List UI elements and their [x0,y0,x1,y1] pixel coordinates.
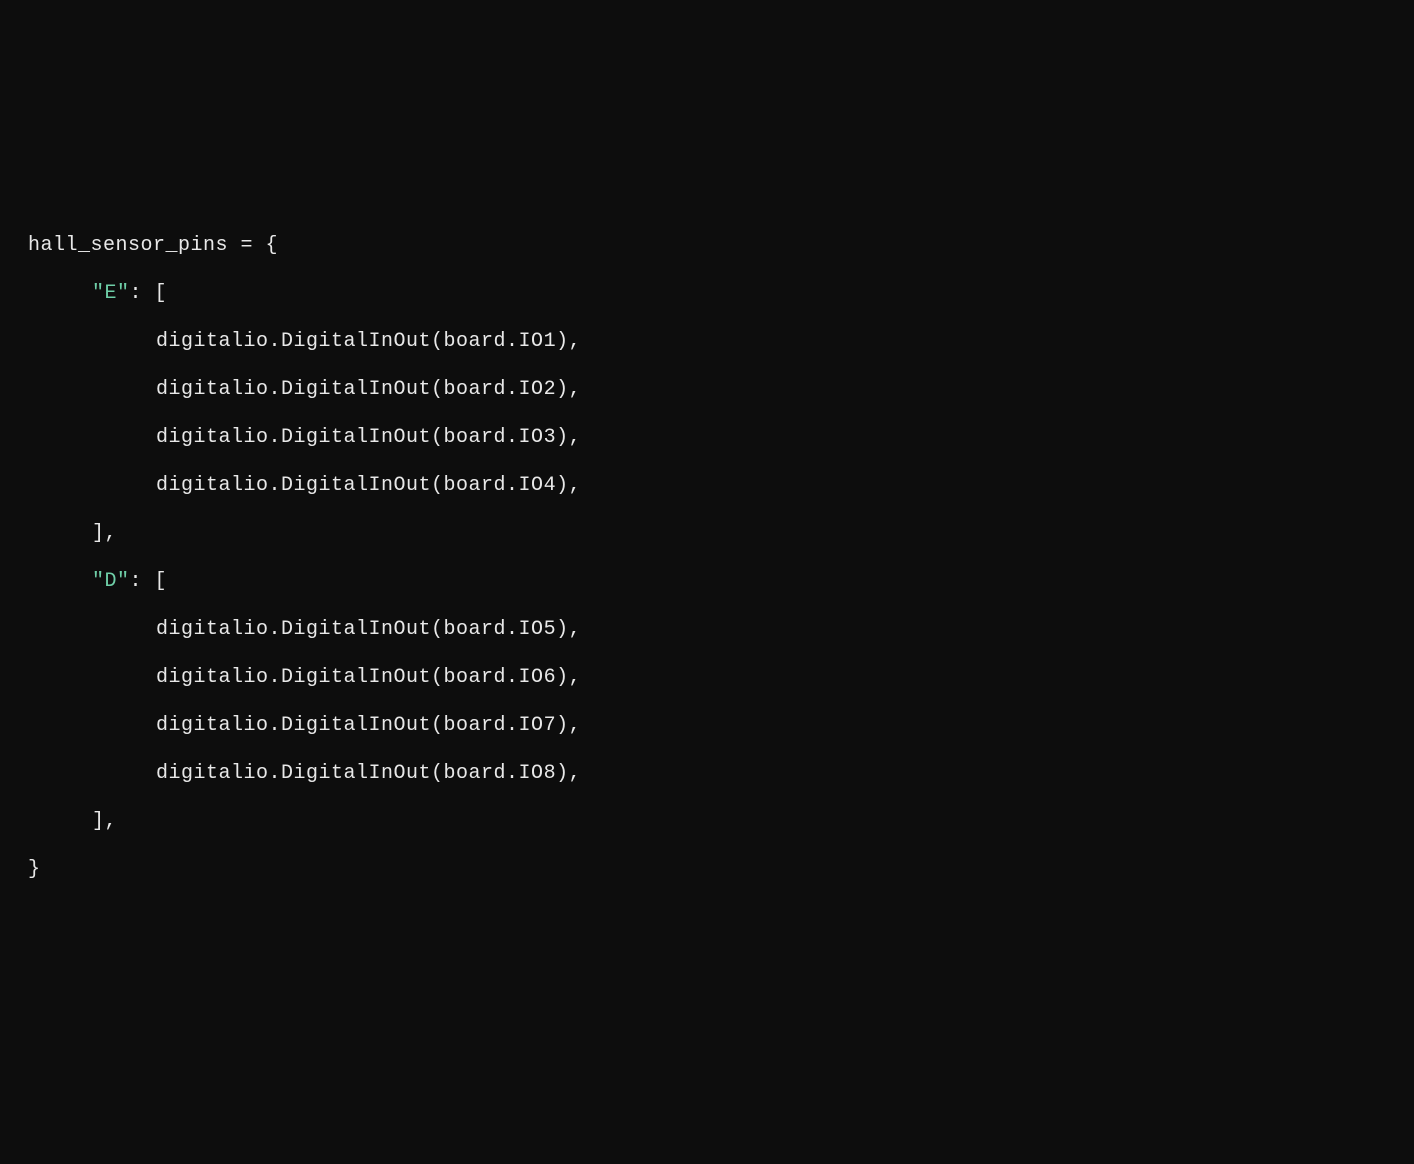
code-line: hall_sensor_pins = { [28,222,1386,270]
number-literal: 5 [544,618,557,641]
code-line: digitalio.DigitalInOut(board.IO4), [28,462,1386,510]
code-text: digitalio.DigitalInOut(board.IO [156,618,544,641]
code-text: ), [556,666,581,689]
code-text: ), [556,762,581,785]
code-text: ), [556,426,581,449]
code-text: : [ [130,570,168,593]
code-text: ], [92,522,117,545]
number-literal: 6 [544,666,557,689]
code-text: ), [556,378,581,401]
code-text: ), [556,714,581,737]
code-line: digitalio.DigitalInOut(board.IO8), [28,750,1386,798]
code-text: : [ [130,282,168,305]
code-text: ], [92,810,117,833]
number-literal: 2 [544,378,557,401]
code-text: digitalio.DigitalInOut(board.IO [156,426,544,449]
code-text: ), [556,474,581,497]
code-line: digitalio.DigitalInOut(board.IO6), [28,654,1386,702]
number-literal: 8 [544,762,557,785]
code-line: ], [28,798,1386,846]
code-line: digitalio.DigitalInOut(board.IO2), [28,366,1386,414]
code-line: "E": [ [28,270,1386,318]
number-literal: 7 [544,714,557,737]
string-literal: "D" [92,570,130,593]
number-literal: 4 [544,474,557,497]
code-text: digitalio.DigitalInOut(board.IO [156,714,544,737]
string-literal: "E" [92,282,130,305]
code-text: digitalio.DigitalInOut(board.IO [156,762,544,785]
code-line: } [28,846,1386,894]
code-text: digitalio.DigitalInOut(board.IO [156,474,544,497]
code-line: ], [28,510,1386,558]
code-text: ), [556,330,581,353]
code-line: digitalio.DigitalInOut(board.IO1), [28,318,1386,366]
code-text: digitalio.DigitalInOut(board.IO [156,330,544,353]
code-text: digitalio.DigitalInOut(board.IO [156,666,544,689]
code-text: ), [556,618,581,641]
code-line: digitalio.DigitalInOut(board.IO3), [28,414,1386,462]
code-text: hall_sensor_pins = { [28,234,278,257]
code-text: } [28,858,41,881]
code-line: digitalio.DigitalInOut(board.IO7), [28,702,1386,750]
code-line: "D": [ [28,558,1386,606]
code-line: digitalio.DigitalInOut(board.IO5), [28,606,1386,654]
number-literal: 1 [544,330,557,353]
number-literal: 3 [544,426,557,449]
code-text: digitalio.DigitalInOut(board.IO [156,378,544,401]
code-block: hall_sensor_pins = {"E": [digitalio.Digi… [28,222,1386,894]
